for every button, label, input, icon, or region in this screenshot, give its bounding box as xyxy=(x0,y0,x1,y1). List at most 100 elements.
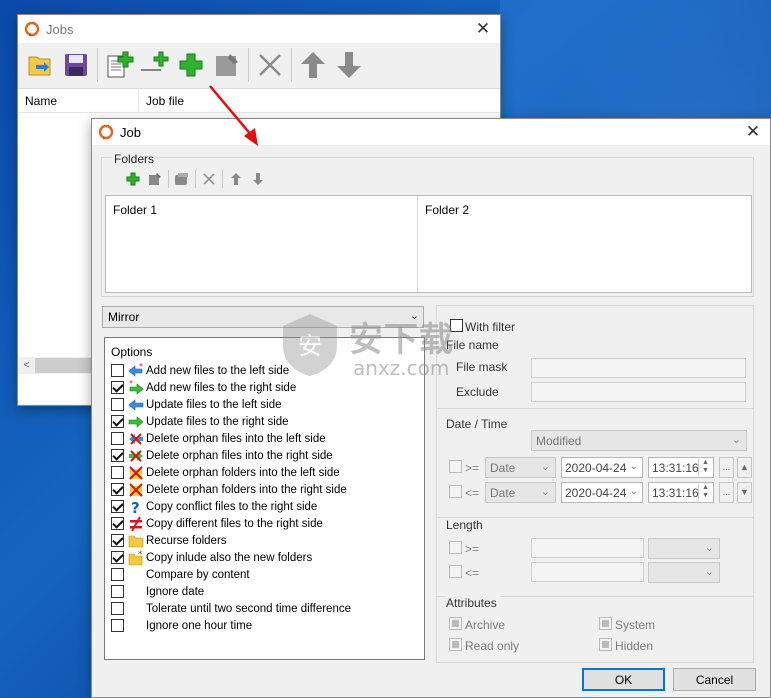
option-row[interactable]: Ignore one hour time xyxy=(111,617,252,634)
scroll-down-button[interactable]: ▼ xyxy=(737,482,752,503)
folder-pairs-grid[interactable]: Folder 1 Folder 2 xyxy=(105,195,752,293)
new-folder-icon: * xyxy=(128,550,144,566)
edit-folder-button[interactable] xyxy=(144,168,166,190)
option-row[interactable]: Compare by content xyxy=(111,566,250,583)
column-header-job-file[interactable]: Job file xyxy=(139,89,259,112)
save-button[interactable] xyxy=(58,47,94,83)
add-left-icon: * xyxy=(128,363,144,379)
date-to-date-input[interactable]: 2020-04-24 ⌄ xyxy=(561,482,643,503)
option-checkbox[interactable] xyxy=(111,449,124,462)
option-checkbox[interactable] xyxy=(111,466,124,479)
length-max-input[interactable] xyxy=(531,562,644,582)
option-checkbox[interactable] xyxy=(111,602,124,615)
option-checkbox[interactable] xyxy=(111,415,124,428)
option-label: Copy inlude also the new folders xyxy=(146,551,313,564)
close-icon[interactable]: ✕ xyxy=(736,119,770,145)
option-row[interactable]: Tolerate until two second time differenc… xyxy=(111,600,351,617)
sync-mode-value: Mirror xyxy=(108,310,140,324)
option-row[interactable]: Delete orphan folders into the left side xyxy=(111,464,340,481)
option-row[interactable]: * Add new files to the left side xyxy=(111,362,289,379)
delete-x-icon xyxy=(203,173,215,185)
option-checkbox[interactable] xyxy=(111,398,124,411)
date-to-time-input[interactable]: 13:31:16 ▲ ▼ xyxy=(648,482,714,503)
option-row[interactable]: Recurse folders xyxy=(111,532,227,549)
column-header-name[interactable]: Name xyxy=(18,89,139,112)
time-spinner[interactable]: ▲ ▼ xyxy=(698,459,712,476)
length-min-unit-select[interactable]: ⌄ xyxy=(648,538,720,559)
date-to-kind-value: Date xyxy=(490,486,516,500)
date-to-checkbox[interactable] xyxy=(449,485,462,498)
move-up-button[interactable] xyxy=(295,47,331,83)
scroll-left-icon[interactable]: < xyxy=(18,360,35,371)
add-right-icon: * xyxy=(128,380,144,396)
sync-mode-select[interactable]: Mirror ⌄ xyxy=(102,306,424,328)
scroll-up-button[interactable]: ▲ xyxy=(737,457,752,478)
move-down-button[interactable] xyxy=(331,47,367,83)
archive-checkbox[interactable] xyxy=(449,617,462,630)
date-from-time-input[interactable]: 13:31:16 ▲ ▼ xyxy=(648,457,714,478)
open-folder-button[interactable] xyxy=(22,47,58,83)
option-row[interactable]: Ignore date xyxy=(111,583,204,600)
option-checkbox[interactable] xyxy=(111,517,124,530)
date-to-kind-select[interactable]: Date ⌄ xyxy=(485,482,556,503)
date-time-label: Date / Time xyxy=(446,417,508,431)
option-checkbox[interactable] xyxy=(111,483,124,496)
option-row[interactable]: Copy different files to the right side xyxy=(111,515,323,532)
time-spinner[interactable]: ▲ ▼ xyxy=(698,484,712,501)
option-checkbox[interactable] xyxy=(111,585,124,598)
cancel-button[interactable]: Cancel xyxy=(673,668,756,691)
length-min-input[interactable] xyxy=(531,538,644,558)
close-icon[interactable]: ✕ xyxy=(466,15,500,43)
option-row[interactable]: * Add new files to the right side xyxy=(111,379,296,396)
date-from-date-input[interactable]: 2020-04-24 ⌄ xyxy=(561,457,643,478)
hidden-checkbox[interactable] xyxy=(599,638,612,651)
date-from-kind-select[interactable]: Date ⌄ xyxy=(485,457,556,478)
system-checkbox[interactable] xyxy=(599,617,612,630)
swap-folder-button[interactable] xyxy=(171,168,193,190)
date-from-ellipsis-button[interactable]: ... xyxy=(719,457,734,478)
horizontal-scrollbar[interactable]: < xyxy=(18,357,93,374)
new-job-button[interactable] xyxy=(101,47,137,83)
folders-label: Folders xyxy=(112,152,157,166)
delete-folder-button[interactable] xyxy=(198,168,220,190)
option-checkbox[interactable] xyxy=(111,534,124,547)
option-checkbox[interactable] xyxy=(111,619,124,632)
file-mask-input[interactable] xyxy=(531,358,746,378)
option-checkbox[interactable] xyxy=(111,500,124,513)
folder-up-button[interactable] xyxy=(225,168,247,190)
conflict-icon: ? xyxy=(128,499,144,515)
ok-button[interactable]: OK xyxy=(582,668,665,691)
add-button[interactable] xyxy=(173,47,209,83)
arrow-down-icon xyxy=(253,173,263,185)
option-checkbox[interactable] xyxy=(111,568,124,581)
option-row[interactable]: * Copy inlude also the new folders xyxy=(111,549,312,566)
length-min-checkbox[interactable] xyxy=(449,541,462,554)
option-row[interactable]: Update files to the right side xyxy=(111,413,289,430)
option-row[interactable]: Delete orphan files into the left side xyxy=(111,430,326,447)
edit-button[interactable] xyxy=(209,47,245,83)
option-row[interactable]: Delete orphan files into the right side xyxy=(111,447,333,464)
read-only-checkbox[interactable] xyxy=(449,638,462,651)
option-checkbox[interactable] xyxy=(111,364,124,377)
with-filter-checkbox[interactable] xyxy=(450,319,463,332)
option-checkbox[interactable] xyxy=(111,432,124,445)
delete-button[interactable] xyxy=(252,47,288,83)
date-to-ellipsis-button[interactable]: ... xyxy=(719,482,734,503)
option-checkbox[interactable] xyxy=(111,381,124,394)
column-header-folder-2[interactable]: Folder 2 xyxy=(418,196,751,292)
option-row[interactable]: Delete orphan folders into the right sid… xyxy=(111,481,347,498)
folder-down-button[interactable] xyxy=(247,168,269,190)
option-row[interactable]: Update files to the left side xyxy=(111,396,282,413)
length-max-unit-select[interactable]: ⌄ xyxy=(648,562,720,583)
folder-icon xyxy=(128,533,144,549)
column-header-folder-1[interactable]: Folder 1 xyxy=(106,196,418,292)
scroll-thumb[interactable] xyxy=(35,358,93,373)
option-row[interactable]: ? Copy conflict files to the right side xyxy=(111,498,317,515)
option-checkbox[interactable] xyxy=(111,551,124,564)
date-from-checkbox[interactable] xyxy=(449,460,462,473)
add-folder-button[interactable] xyxy=(122,168,144,190)
exclude-input[interactable] xyxy=(531,382,746,402)
add-existing-job-button[interactable] xyxy=(137,47,173,83)
date-type-select[interactable]: Modified ⌄ xyxy=(531,430,747,451)
length-max-checkbox[interactable] xyxy=(449,565,462,578)
